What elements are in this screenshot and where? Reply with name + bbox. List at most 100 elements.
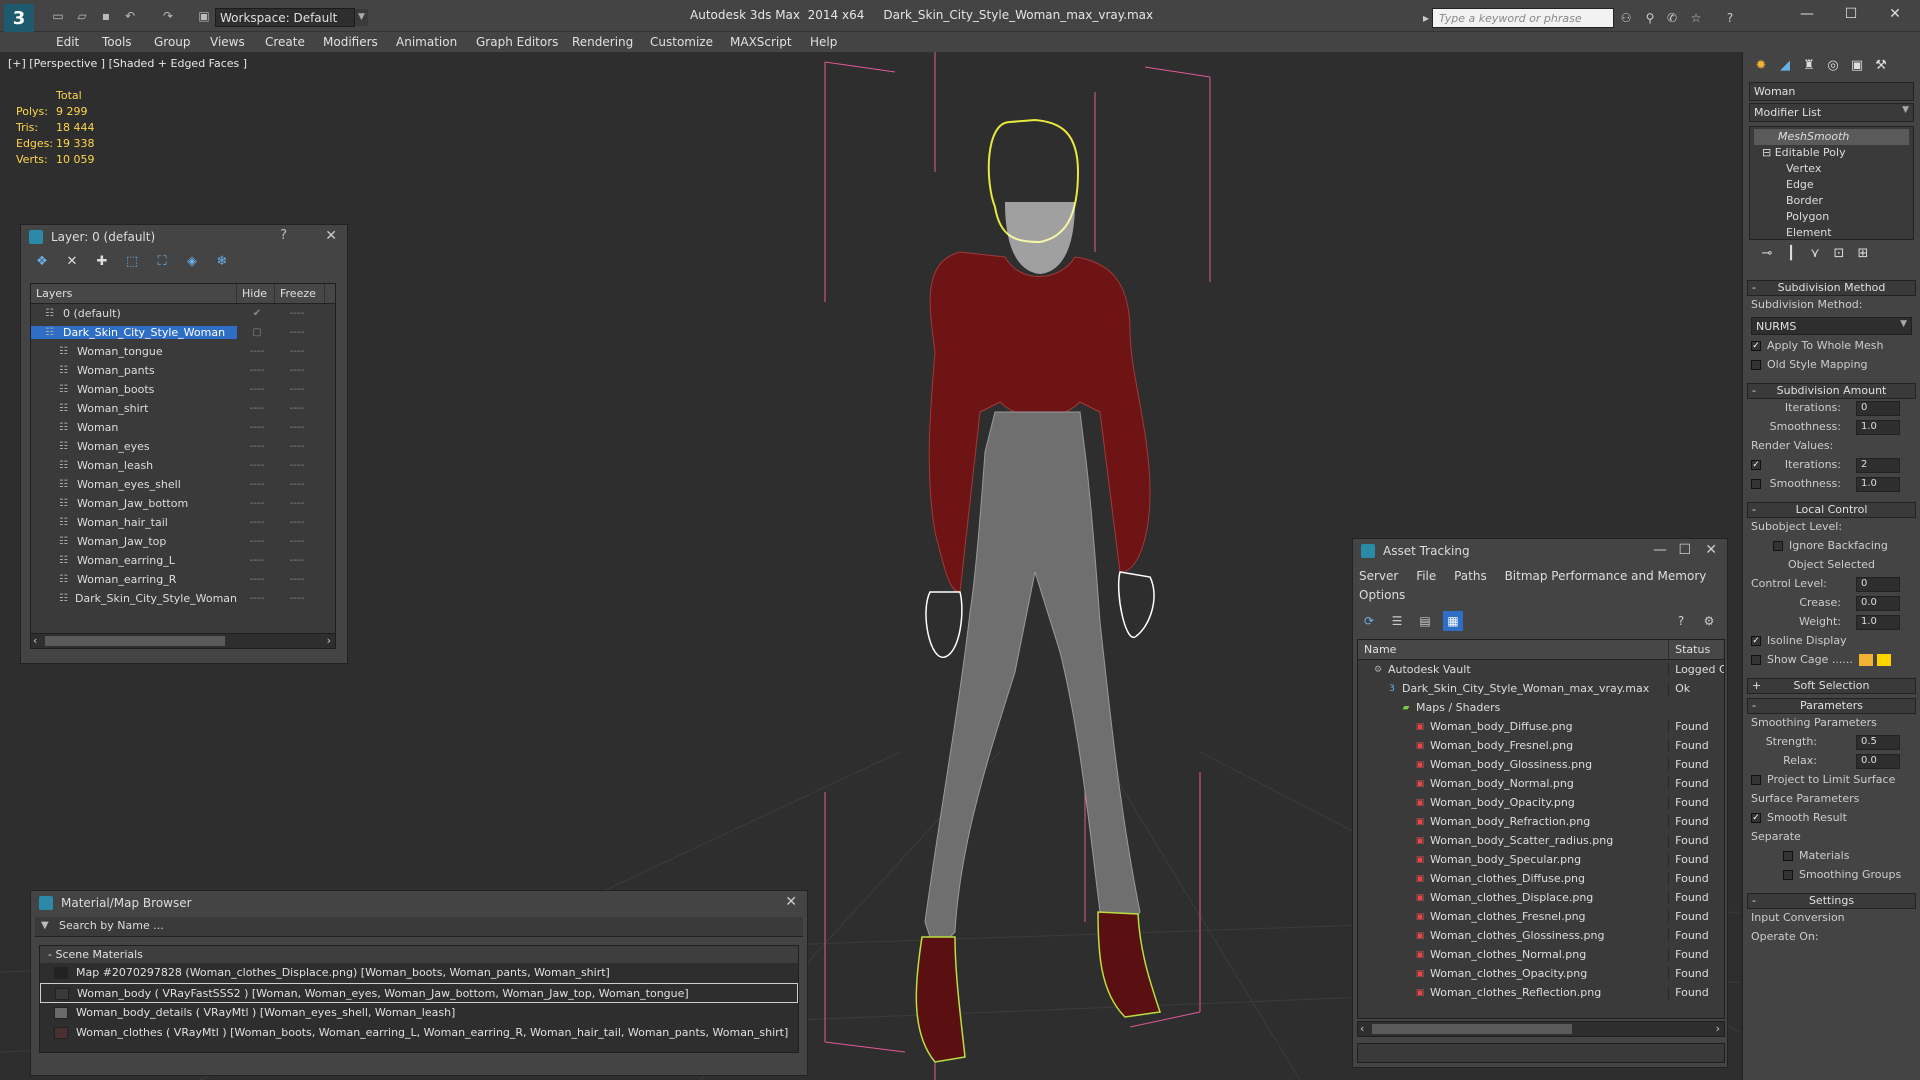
asset-name-cell[interactable]: ▣ Woman_clothes_Normal.png — [1358, 948, 1668, 961]
object-name-field[interactable]: Woman — [1749, 82, 1914, 101]
modifier-stack-item[interactable]: ⊟ Editable Poly — [1754, 145, 1909, 161]
triangle-down-icon[interactable]: ▼ — [41, 920, 49, 931]
close-icon[interactable]: ✕ — [325, 228, 337, 244]
layer-freeze-toggle[interactable]: ---- — [277, 574, 317, 585]
scroll-thumb[interactable] — [45, 636, 225, 646]
rollout-soft-selection[interactable]: + Soft Selection — [1747, 678, 1916, 694]
layer-hide-toggle[interactable]: ---- — [237, 365, 277, 376]
asset-menu-server[interactable]: Server — [1359, 569, 1398, 583]
render-iterations-spinner[interactable]: 2 — [1856, 458, 1900, 473]
material-row[interactable]: Woman_body_details ( VRayMtl ) [Woman_ey… — [40, 1003, 798, 1023]
layer-freeze-toggle[interactable]: ---- — [277, 422, 317, 433]
menu-graph-editors[interactable]: Graph Editors — [476, 35, 558, 49]
col-freeze[interactable]: Freeze — [275, 284, 325, 303]
asset-name-cell[interactable]: 3 Dark_Skin_City_Style_Woman_max_vray.max — [1358, 682, 1668, 695]
layer-hide-toggle[interactable]: ▢ — [237, 327, 277, 338]
menu-rendering[interactable]: Rendering — [572, 35, 633, 49]
layer-name-cell[interactable]: ☷ Woman_leash — [31, 459, 237, 472]
scroll-right-icon[interactable]: › — [1716, 1022, 1720, 1035]
checkbox-empty-icon[interactable] — [1751, 479, 1761, 489]
layer-hide-toggle[interactable]: ---- — [237, 517, 277, 528]
modifier-stack-item[interactable]: Element — [1754, 225, 1909, 241]
layer-horizontal-scrollbar[interactable]: ‹ › — [30, 633, 336, 649]
favorites-star-icon[interactable]: ☆ — [1688, 10, 1704, 26]
asset-row[interactable]: ▣ Woman_body_Normal.png Found — [1358, 774, 1724, 793]
layer-freeze-toggle[interactable]: ---- — [277, 498, 317, 509]
layer-hide-toggle[interactable]: ---- — [237, 422, 277, 433]
material-browser-title[interactable]: Material/Map Browser ✕ — [31, 891, 807, 915]
layer-name-cell[interactable]: ☷ Woman_earring_R — [31, 573, 237, 586]
layer-hide-toggle[interactable]: ---- — [237, 403, 277, 414]
layer-row[interactable]: ☷ Woman_leash ---- ---- — [31, 456, 335, 475]
scroll-right-icon[interactable]: › — [327, 634, 331, 647]
smooth-result-checkbox[interactable]: ✓ Smooth Result — [1743, 809, 1920, 828]
chevron-down-icon[interactable]: ▼ — [1902, 105, 1909, 115]
configure-sets-icon[interactable]: ⊞ — [1853, 244, 1873, 264]
asset-name-cell[interactable]: ▣ Woman_body_Opacity.png — [1358, 796, 1668, 809]
cage-color-swatch[interactable] — [1858, 654, 1873, 666]
layer-name-cell[interactable]: ☷ Woman_hair_tail — [31, 516, 237, 529]
layer-freeze-toggle[interactable]: ---- — [277, 460, 317, 471]
close-icon[interactable]: ✕ — [1705, 542, 1717, 558]
asset-row[interactable]: ⚙ Autodesk Vault Logged C — [1358, 660, 1724, 679]
asset-menu-paths[interactable]: Paths — [1454, 569, 1487, 583]
material-row[interactable]: Woman_body ( VRayFastSSS2 ) [Woman, Woma… — [40, 983, 798, 1003]
checkbox-empty-icon[interactable] — [1751, 775, 1761, 785]
checkbox-empty-icon[interactable] — [1783, 851, 1793, 861]
menu-modifiers[interactable]: Modifiers — [323, 35, 378, 49]
apply-whole-mesh-checkbox[interactable]: ✓ Apply To Whole Mesh — [1743, 337, 1920, 356]
menu-tools[interactable]: Tools — [102, 35, 132, 49]
layer-freeze-toggle[interactable]: ---- — [277, 403, 317, 414]
asset-name-cell[interactable]: ▣ Woman_clothes_Opacity.png — [1358, 967, 1668, 980]
separate-smoothing-groups-checkbox[interactable]: Smoothing Groups — [1743, 866, 1920, 885]
menu-maxscript[interactable]: MAXScript — [730, 35, 792, 49]
layer-row[interactable]: ☷ Woman_eyes ---- ---- — [31, 437, 335, 456]
layer-name-cell[interactable]: ☷ Woman_eyes_shell — [31, 478, 237, 491]
freeze-all-icon[interactable]: ❄ — [211, 252, 233, 272]
asset-row[interactable]: ▣ Woman_body_Glossiness.png Found — [1358, 755, 1724, 774]
modify-tab-icon[interactable]: ◢ — [1775, 56, 1795, 76]
asset-name-cell[interactable]: ▣ Woman_clothes_Reflection.png — [1358, 986, 1668, 999]
layer-name-cell[interactable]: ☷ Woman — [31, 421, 237, 434]
material-search-input[interactable]: ▼ Search by Name ... — [35, 917, 803, 937]
asset-name-cell[interactable]: ▣ Woman_clothes_Diffuse.png — [1358, 872, 1668, 885]
display-tab-icon[interactable]: ▣ — [1847, 56, 1867, 76]
control-level-spinner[interactable]: 0 — [1856, 577, 1900, 592]
asset-name-cell[interactable]: ▰ Maps / Shaders — [1358, 701, 1668, 714]
layer-name-cell[interactable]: ☷ Woman_Jaw_bottom — [31, 497, 237, 510]
asset-row[interactable]: ▣ Woman_body_Diffuse.png Found — [1358, 717, 1724, 736]
asset-path-field[interactable] — [1357, 1043, 1725, 1063]
layer-hide-toggle[interactable]: ---- — [237, 574, 277, 585]
layer-row[interactable]: ☷ Woman_pants ---- ---- — [31, 361, 335, 380]
asset-row[interactable]: ▣ Woman_clothes_Reflection.png Found — [1358, 983, 1724, 1002]
weight-spinner[interactable]: 1.0 — [1856, 615, 1900, 630]
select-objects-icon[interactable]: ⬚ — [121, 252, 143, 272]
rollout-local-control[interactable]: - Local Control — [1747, 502, 1916, 518]
layer-row[interactable]: ☷ Woman_Jaw_bottom ---- ---- — [31, 494, 335, 513]
maximize-icon[interactable]: ☐ — [1678, 542, 1691, 558]
layer-name-cell[interactable]: ☷ Dark_Skin_City_Style_Woman — [31, 326, 237, 339]
asset-row[interactable]: ▣ Woman_body_Refraction.png Found — [1358, 812, 1724, 831]
layer-row[interactable]: ☷ Dark_Skin_City_Style_Woman ▢ ---- — [31, 323, 335, 342]
save-file-icon[interactable]: ▪ — [98, 9, 114, 23]
undo-icon[interactable]: ↶ — [122, 9, 138, 23]
col-hide[interactable]: Hide — [237, 284, 275, 303]
asset-name-cell[interactable]: ▣ Woman_body_Specular.png — [1358, 853, 1668, 866]
list-view-icon[interactable]: ☰ — [1387, 611, 1407, 631]
hide-all-icon[interactable]: ◈ — [181, 252, 203, 272]
modifier-stack-item[interactable]: Vertex — [1754, 161, 1909, 177]
layer-row[interactable]: ☷ Woman_earring_L ---- ---- — [31, 551, 335, 570]
modifier-stack-item[interactable]: Polygon — [1754, 209, 1909, 225]
checkbox-empty-icon[interactable] — [1773, 541, 1783, 551]
subscription-icon[interactable]: ⚲ — [1642, 10, 1658, 26]
subdivision-method-dropdown[interactable]: NURMS ▼ — [1751, 317, 1912, 335]
checkbox-checked-icon[interactable]: ✓ — [1751, 636, 1761, 646]
asset-name-cell[interactable]: ⚙ Autodesk Vault — [1358, 663, 1668, 676]
menu-help[interactable]: Help — [810, 35, 837, 49]
layer-row[interactable]: ☷ Woman_shirt ---- ---- — [31, 399, 335, 418]
asset-horizontal-scrollbar[interactable]: ‹ › — [1357, 1021, 1725, 1037]
asset-row[interactable]: ▣ Woman_clothes_Fresnel.png Found — [1358, 907, 1724, 926]
old-style-mapping-checkbox[interactable]: Old Style Mapping — [1743, 356, 1920, 375]
asset-name-cell[interactable]: ▣ Woman_body_Normal.png — [1358, 777, 1668, 790]
asset-name-cell[interactable]: ▣ Woman_clothes_Fresnel.png — [1358, 910, 1668, 923]
